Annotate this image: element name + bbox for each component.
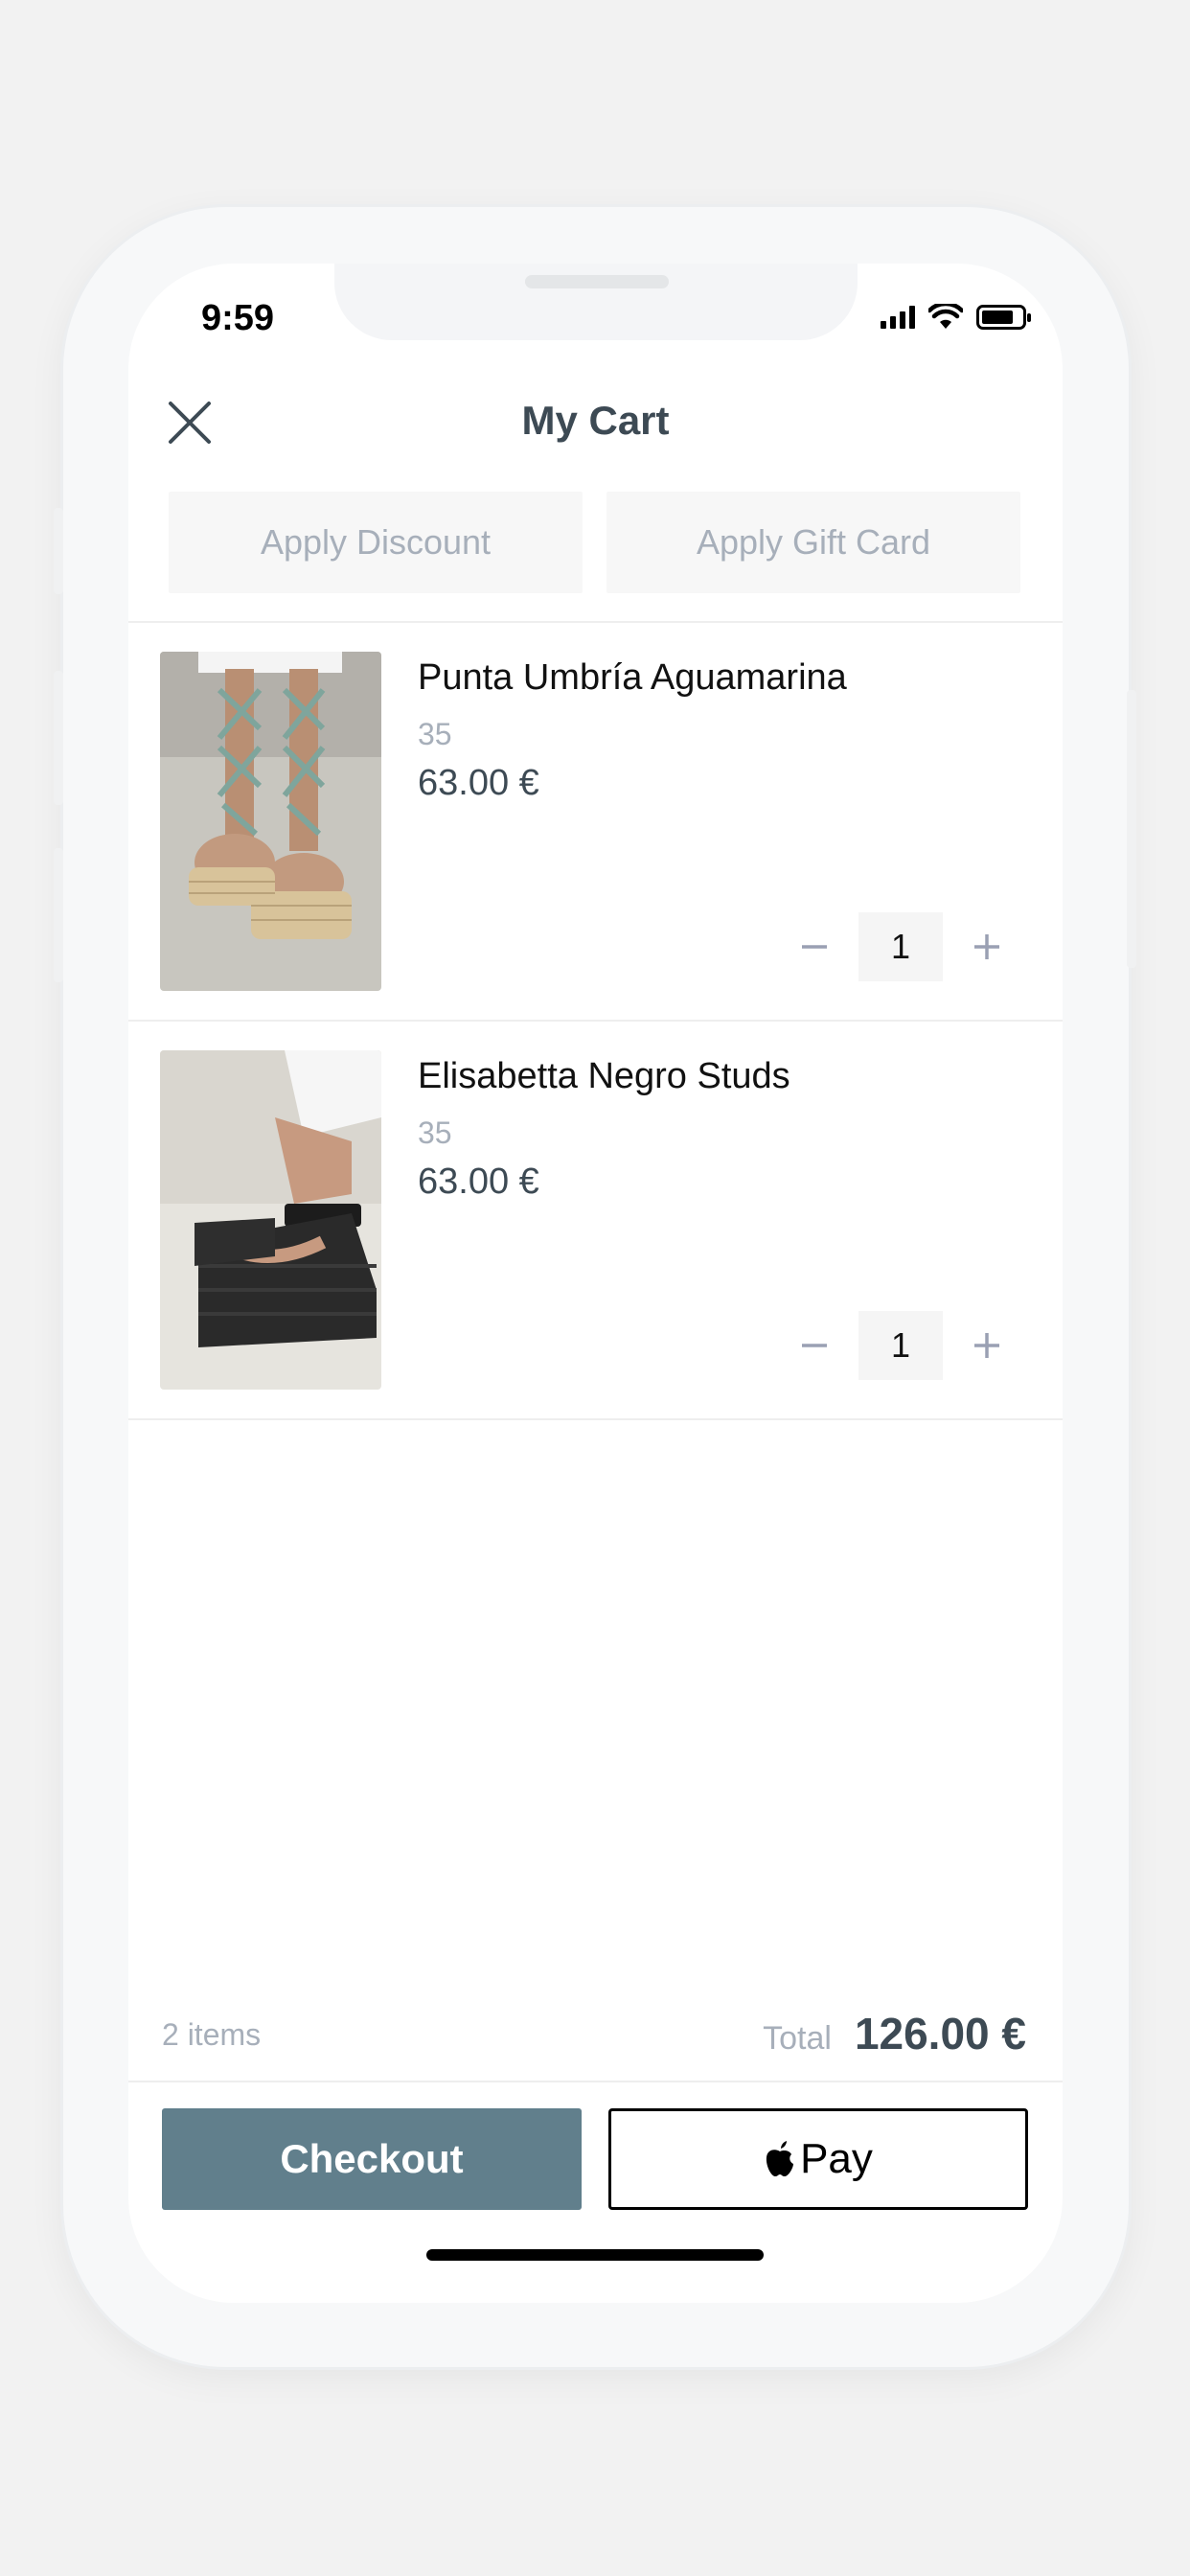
increase-button[interactable] — [960, 920, 1014, 974]
apple-logo-icon — [766, 2141, 794, 2176]
quantity-stepper: 1 — [788, 1311, 1014, 1380]
item-price: 63.00 € — [418, 763, 539, 803]
item-size: 35 — [418, 1116, 452, 1150]
phone-side-button — [54, 508, 63, 594]
plus-icon — [974, 934, 999, 959]
product-image[interactable] — [160, 652, 381, 991]
minus-icon — [802, 945, 827, 949]
plus-icon — [974, 1333, 999, 1358]
phone-side-button — [1127, 690, 1136, 968]
divider — [128, 2081, 1063, 2082]
phone-side-button — [54, 848, 63, 982]
quantity-value[interactable]: 1 — [858, 912, 943, 981]
order-total: Total 126.00 € — [763, 2008, 1026, 2059]
apple-pay-label: Pay — [800, 2135, 873, 2182]
speaker — [525, 275, 669, 288]
battery-icon — [976, 305, 1031, 330]
quantity-stepper: 1 — [788, 912, 1014, 981]
total-value: 126.00 € — [854, 2009, 1026, 2058]
apply-gift-card-button[interactable]: Apply Gift Card — [606, 492, 1020, 593]
product-image[interactable] — [160, 1050, 381, 1390]
apply-discount-button[interactable]: Apply Discount — [169, 492, 583, 593]
status-icons — [881, 304, 1031, 331]
signal-icon — [881, 306, 915, 329]
item-price: 63.00 € — [418, 1162, 539, 1202]
wifi-icon — [928, 304, 963, 329]
item-name[interactable]: Punta Umbría Aguamarina — [418, 657, 847, 699]
item-count: 2 items — [162, 2017, 262, 2052]
divider — [128, 1020, 1063, 1022]
apple-pay-button[interactable]: Pay — [608, 2108, 1028, 2210]
decrease-button[interactable] — [788, 920, 841, 974]
notch — [334, 264, 858, 340]
minus-icon — [802, 1344, 827, 1347]
phone-side-button — [54, 671, 63, 805]
cart-item: Elisabetta Negro Studs 35 63.00 € 1 — [128, 1050, 1063, 1447]
status-time: 9:59 — [201, 298, 275, 338]
checkout-button[interactable]: Checkout — [162, 2108, 582, 2210]
item-name[interactable]: Elisabetta Negro Studs — [418, 1056, 790, 1097]
quantity-value[interactable]: 1 — [858, 1311, 943, 1380]
cart-item: Punta Umbría Aguamarina 35 63.00 € 1 — [128, 652, 1063, 1048]
page-title: My Cart — [521, 398, 670, 443]
divider — [128, 621, 1063, 623]
home-indicator[interactable] — [426, 2249, 764, 2261]
increase-button[interactable] — [960, 1319, 1014, 1372]
total-label: Total — [763, 2020, 832, 2057]
item-size: 35 — [418, 717, 452, 751]
decrease-button[interactable] — [788, 1319, 841, 1372]
screen: 9:59 My Cart Apply Discount Apply Gift C… — [128, 264, 1063, 2303]
divider — [128, 1418, 1063, 1420]
